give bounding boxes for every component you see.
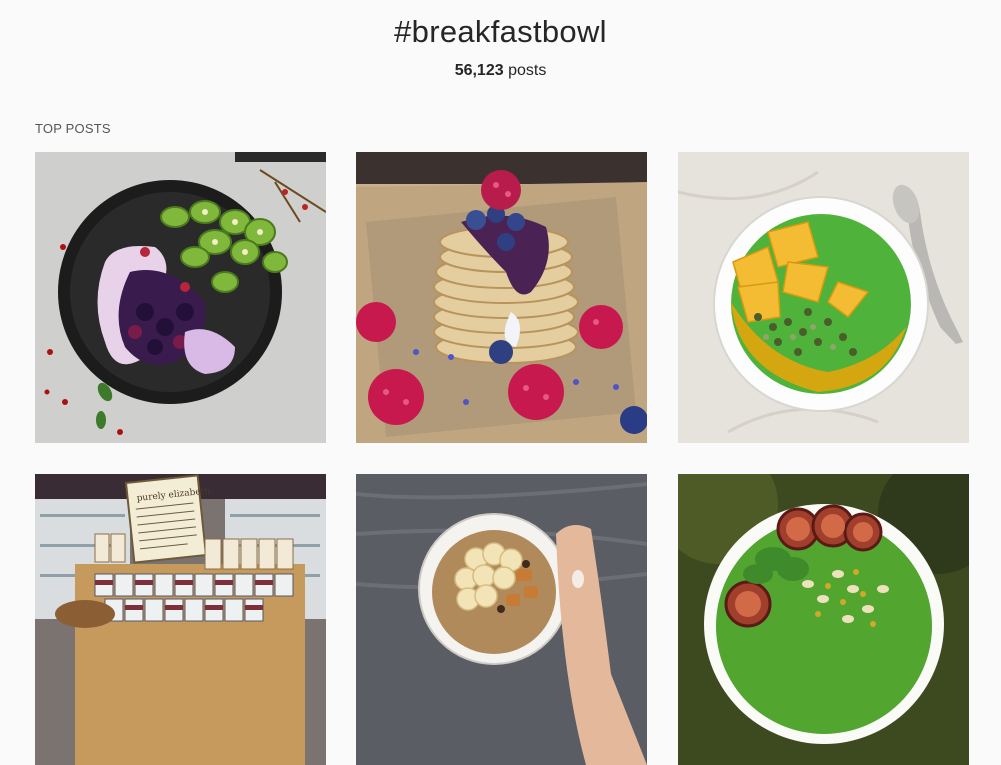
top-posts-heading: TOP POSTS <box>35 121 111 136</box>
post-image-oatmeal <box>356 474 647 765</box>
hashtag-title: #breakfastbowl <box>394 14 607 49</box>
post-count-number: 56,123 <box>454 62 504 79</box>
post-thumbnail-2[interactable] <box>356 152 647 443</box>
post-thumbnail-1[interactable] <box>35 152 326 443</box>
post-image-store-display: purely elizabeth. <box>35 474 326 765</box>
post-image-pancakes <box>356 152 647 443</box>
post-thumbnail-6[interactable] <box>678 474 969 765</box>
post-thumbnail-3[interactable] <box>678 152 969 443</box>
post-image-plum-bowl <box>678 474 969 765</box>
post-count-unit: posts <box>503 62 547 79</box>
post-image-berry-bowl <box>35 152 326 443</box>
post-count: 56,123 posts <box>0 61 1001 81</box>
top-posts-grid: purely elizabeth. <box>35 152 970 765</box>
post-thumbnail-5[interactable] <box>356 474 647 765</box>
post-thumbnail-4[interactable]: purely elizabeth. <box>35 474 326 765</box>
post-image-green-smoothie <box>678 152 969 443</box>
hashtag-header: #breakfastbowl 56,123 posts <box>0 0 1001 81</box>
